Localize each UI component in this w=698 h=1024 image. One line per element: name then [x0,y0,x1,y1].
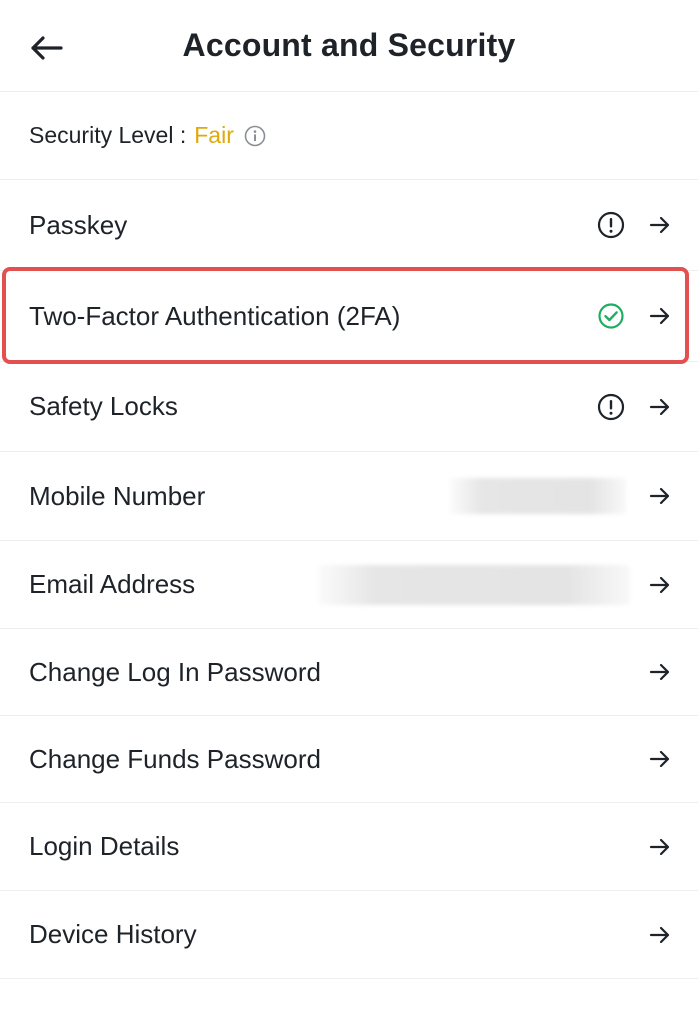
arrow-right-icon [648,484,672,508]
arrow-right-icon [648,660,672,684]
arrow-right-icon [648,395,672,419]
arrow-right-icon [648,923,672,947]
arrow-right-icon [648,213,672,237]
redacted-mobile-value [450,478,626,514]
account-security-page: Account and Security Security Level : Fa… [0,0,698,1024]
security-level-value: Fair [194,122,234,148]
list-item-mobile-number[interactable]: Mobile Number [0,452,698,541]
list-item-label: Login Details [29,831,180,861]
list-item-label: Mobile Number [29,480,206,511]
arrow-right-icon [648,747,672,771]
arrow-right-icon [648,573,672,597]
list-item-label: Change Funds Password [29,743,321,774]
header: Account and Security [0,0,698,92]
list-item-label: Safety Locks [29,391,178,421]
security-level-label: Security Level : [29,122,187,148]
settings-list: Passkey Two-Factor Authentication (2FA) [0,180,698,979]
list-item-email-address[interactable]: Email Address [0,541,698,629]
arrow-right-icon [648,304,672,328]
arrow-right-icon [648,835,672,859]
warning-icon [596,210,626,240]
list-item-label: Device History [29,919,197,949]
security-level-row: Security Level : Fair [0,92,698,180]
list-item-safety-locks[interactable]: Safety Locks [0,362,698,452]
info-icon[interactable] [244,125,266,147]
list-item-2fa[interactable]: Two-Factor Authentication (2FA) [0,271,698,362]
list-item-passkey[interactable]: Passkey [0,180,698,271]
warning-icon [596,392,626,422]
list-item-label: Two-Factor Authentication (2FA) [29,300,401,331]
list-item-device-history[interactable]: Device History [0,891,698,979]
list-item-label: Change Log In Password [29,656,321,687]
list-item-change-login-password[interactable]: Change Log In Password [0,629,698,716]
redacted-email-value [318,564,630,605]
check-circle-icon [596,301,626,331]
page-title: Account and Security [182,27,516,63]
list-item-change-funds-password[interactable]: Change Funds Password [0,716,698,803]
list-item-label: Email Address [29,569,196,599]
list-item-label: Passkey [29,209,128,240]
list-item-login-details[interactable]: Login Details [0,803,698,891]
